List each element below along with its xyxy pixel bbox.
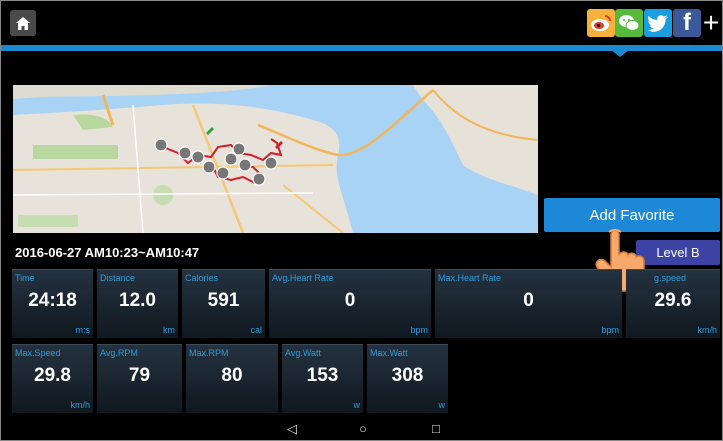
more-share-button[interactable]: + [701,7,721,38]
stat-value: 0 [344,290,356,311]
stat-value: 12.0 [119,290,156,311]
stat-label: Avg.Watt [285,348,322,358]
stat-unit: bpm [601,325,619,335]
stat-label: Avg.Heart Rate [272,273,334,283]
weibo-icon [591,15,611,31]
stat-tile-distance: Distance 12.0 km [97,269,178,338]
stat-tile-avg-rpm: Avg.RPM 79 [97,344,182,413]
weibo-share-button[interactable] [587,9,615,37]
stat-value: 591 [207,290,240,311]
stat-unit: bpm [410,325,428,335]
stat-tile-max-speed: Max.Speed 29.8 km/h [12,344,93,413]
stat-tile-avg-watt: Avg.Watt 153 w [282,344,363,413]
stat-unit: km [163,325,175,335]
route-map[interactable] [13,85,538,233]
home-nav-icon[interactable]: ○ [359,421,367,436]
stat-label: g.speed [654,273,687,283]
stat-tile-calories: Calories 591 cal [182,269,265,338]
stat-unit: m:s [75,325,91,335]
header-notch [611,50,629,57]
app-screen: f + Add Favorite Level B 2016-06-27 AM10… [0,0,723,441]
stat-value: 29.8 [34,365,71,386]
stat-tile-avg-heart-rate: Avg.Heart Rate 0 bpm [269,269,431,338]
stat-unit: cal [250,325,262,335]
wechat-icon [619,15,640,31]
stat-tile-time: Time 24:18 m:s [12,269,93,338]
stat-label: Max.Watt [370,348,408,358]
stat-value: 308 [391,365,424,386]
wechat-share-button[interactable] [615,9,643,37]
home-button[interactable] [10,10,36,36]
lake-merced-park [18,215,78,227]
recents-icon[interactable]: □ [432,421,440,436]
plus-icon: + [702,7,720,38]
facebook-share-button[interactable]: f [673,9,701,37]
session-datetime: 2016-06-27 AM10:23~AM10:47 [15,245,200,260]
stat-value: 153 [306,365,339,386]
stat-value: 80 [221,365,243,386]
stat-label: Distance [100,273,136,283]
map-canvas [13,85,538,233]
golden-gate-park [33,145,118,159]
stat-value: 0 [523,290,534,311]
stat-unit: km/h [697,325,717,335]
stat-label: Max.Speed [15,348,61,358]
stat-value: 79 [128,365,151,386]
stat-tile-avg-speed: g.speed 29.6 km/h [626,269,720,338]
home-icon [16,16,30,30]
stat-tile-max-heart-rate: Max.Heart Rate 0 bpm [435,269,622,338]
stat-label: Time [15,273,35,283]
back-icon[interactable]: ◁ [287,421,297,437]
system-nav-bar: ◁ ○ □ [1,418,722,440]
stat-value: 24:18 [28,290,77,311]
stat-tile-max-watt: Max.Watt 308 w [367,344,448,413]
facebook-icon: f [683,9,691,36]
stat-value: 29.6 [654,290,692,311]
stat-unit: w [438,400,446,410]
stat-unit: w [353,400,361,410]
twitter-icon [648,14,668,32]
stat-label: Avg.RPM [100,348,138,358]
stat-label: Max.RPM [189,348,229,358]
stat-tile-max-rpm: Max.RPM 80 [186,344,278,413]
twin-peaks-park [153,185,173,205]
stat-label: Calories [185,273,219,283]
twitter-share-button[interactable] [644,9,672,37]
stat-label: Max.Heart Rate [438,273,502,283]
top-bar: f + [1,1,722,45]
stat-unit: km/h [70,400,90,410]
